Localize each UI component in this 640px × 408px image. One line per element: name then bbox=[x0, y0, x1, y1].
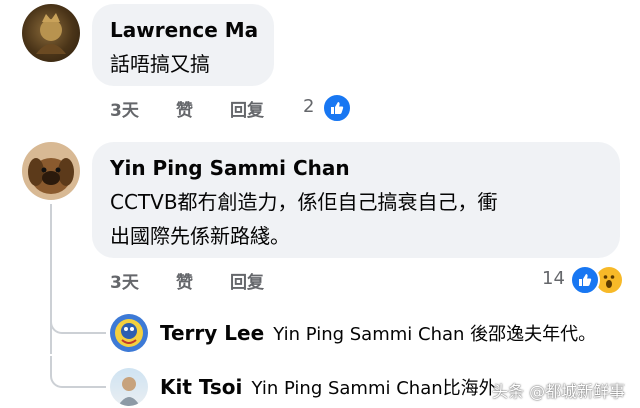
avatar-image bbox=[115, 319, 143, 347]
reply-2: Kit Tsoi Yin Ping Sammi Chan比海外 bbox=[160, 374, 497, 400]
watermark: 头条 @都城新鲜事 bbox=[492, 382, 626, 401]
avatar-yin-ping-sammi-chan[interactable] bbox=[22, 142, 80, 200]
thread-line bbox=[50, 204, 52, 354]
reaction-count[interactable]: 14 bbox=[542, 268, 565, 289]
reaction-count[interactable]: 2 bbox=[303, 96, 314, 117]
avatar-image bbox=[118, 377, 140, 406]
comment-bubble-1: Lawrence Ma 話唔搞又搞 bbox=[92, 4, 274, 86]
like-button[interactable]: 赞 bbox=[176, 268, 193, 293]
comment-time[interactable]: 3天 bbox=[110, 268, 139, 293]
comment-text-line-2: 出國際先係新路綫。 bbox=[110, 224, 290, 248]
reply-author[interactable]: Kit Tsoi bbox=[160, 375, 242, 399]
comment-text-line-1: CCTVB都冇創造力，係佢自己搞衰自己，衝 bbox=[110, 190, 498, 214]
comment-bubble-2: Yin Ping Sammi Chan CCTVB都冇創造力，係佢自己搞衰自己，… bbox=[92, 142, 620, 258]
reply-connector-1 bbox=[50, 300, 106, 334]
avatar-image bbox=[28, 158, 74, 194]
avatar-lawrence-ma[interactable] bbox=[22, 4, 80, 62]
like-reaction-icon[interactable] bbox=[322, 93, 352, 123]
reply-author[interactable]: Terry Lee bbox=[160, 321, 264, 345]
avatar-kit-tsoi[interactable] bbox=[110, 368, 148, 406]
avatar-terry-lee[interactable] bbox=[110, 314, 148, 352]
reply-connector-2 bbox=[50, 356, 106, 388]
comment-author[interactable]: Lawrence Ma bbox=[110, 18, 258, 42]
reply-text: Yin Ping Sammi Chan比海外 bbox=[251, 378, 497, 399]
reply-text: Yin Ping Sammi Chan 後邵逸夫年代。 bbox=[273, 324, 597, 345]
comment-text: 話唔搞又搞 bbox=[110, 52, 210, 76]
reply-button[interactable]: 回复 bbox=[230, 268, 264, 293]
reply-button[interactable]: 回复 bbox=[230, 96, 264, 121]
comment-time[interactable]: 3天 bbox=[110, 96, 139, 121]
avatar-image bbox=[36, 13, 66, 54]
reply-1: Terry Lee Yin Ping Sammi Chan 後邵逸夫年代。 bbox=[160, 320, 596, 346]
like-button[interactable]: 赞 bbox=[176, 96, 193, 121]
comment-author[interactable]: Yin Ping Sammi Chan bbox=[110, 156, 350, 180]
like-reaction-icon[interactable] bbox=[570, 265, 600, 295]
